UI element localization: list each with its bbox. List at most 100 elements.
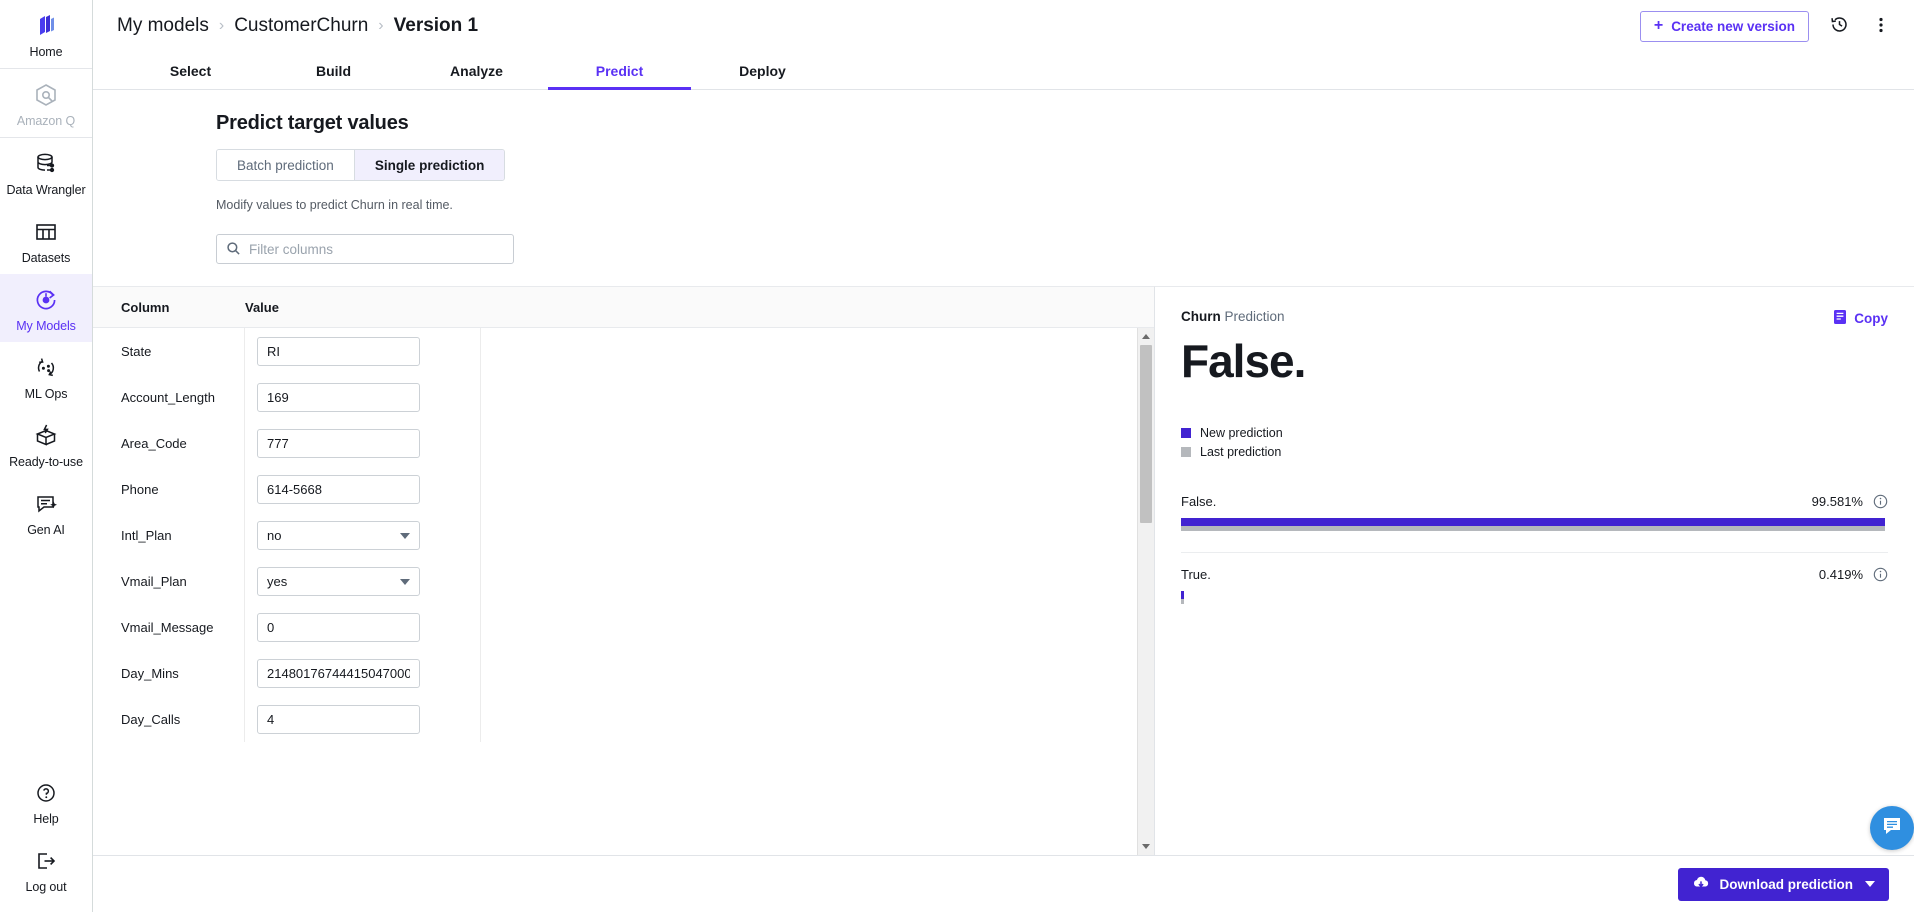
value-input-account_length[interactable]	[257, 382, 420, 412]
breadcrumb-my-models[interactable]: My models	[117, 15, 209, 37]
row-filler	[481, 420, 1136, 466]
column-name-cell: Area_Code	[93, 420, 245, 466]
page-title: Predict target values	[216, 112, 409, 134]
prediction-bar-label: True.	[1181, 567, 1211, 582]
column-value-cell	[245, 604, 481, 650]
create-new-version-button[interactable]: + Create new version	[1639, 10, 1809, 42]
predict-split: Column Value StateAccount_LengthArea_Cod…	[93, 286, 1914, 855]
footer-bar: Download prediction	[93, 855, 1914, 912]
column-name-cell: Vmail_Message	[93, 604, 245, 650]
filter-columns-input[interactable]	[216, 234, 514, 264]
single-prediction-tab[interactable]: Single prediction	[354, 150, 505, 180]
sidebar-item-amazon-q[interactable]: Amazon Q	[0, 69, 92, 138]
main-region: My models › CustomerChurn › Version 1 + …	[93, 0, 1914, 912]
more-options-button[interactable]	[1870, 13, 1892, 40]
tab-predict[interactable]: Predict	[548, 52, 691, 90]
left-sidebar: Home Amazon Q Data Wrangler Datasets My …	[0, 0, 93, 912]
scroll-down-button[interactable]	[1138, 838, 1154, 855]
sidebar-item-label: Datasets	[21, 251, 71, 265]
value-select-wrapper: yesno	[257, 566, 420, 596]
table-row: Account_Length	[93, 374, 1136, 420]
table-row: State	[93, 328, 1136, 374]
sidebar-item-my-models[interactable]: My Models	[0, 274, 92, 342]
kebab-menu-icon	[1872, 15, 1890, 38]
scrollbar-thumb[interactable]	[1140, 345, 1152, 523]
table-row: Vmail_Plan yesno	[93, 558, 1136, 604]
new-prediction-bar	[1181, 591, 1184, 599]
breadcrumb-customerchurn[interactable]: CustomerChurn	[234, 15, 368, 37]
predict-content: Predict target values Batch prediction S…	[93, 90, 1914, 912]
sidebar-item-gen-ai[interactable]: Gen AI	[0, 478, 92, 546]
info-icon[interactable]	[1873, 494, 1888, 509]
column-value-cell	[245, 650, 481, 696]
value-input-phone[interactable]	[257, 474, 420, 504]
sidebar-item-label: ML Ops	[24, 387, 68, 401]
sidebar-item-datasets[interactable]: Datasets	[0, 206, 92, 274]
copy-prediction-button[interactable]: Copy	[1833, 309, 1888, 328]
tab-analyze[interactable]: Analyze	[405, 52, 548, 89]
sidebar-item-label: Amazon Q	[16, 114, 76, 128]
scroll-up-button[interactable]	[1138, 328, 1154, 345]
tab-build[interactable]: Build	[262, 52, 405, 89]
tab-label: Predict	[595, 62, 644, 79]
input-values-pane: Column Value StateAccount_LengthArea_Cod…	[93, 286, 1154, 855]
sidebar-item-ready-to-use[interactable]: Ready-to-use	[0, 410, 92, 478]
table-vertical-scrollbar[interactable]	[1137, 328, 1154, 855]
tab-label: Select	[169, 62, 212, 79]
chevron-up-icon	[1142, 334, 1150, 339]
sidebar-item-log-out[interactable]: Log out	[0, 835, 92, 912]
batch-prediction-tab[interactable]: Batch prediction	[217, 150, 355, 180]
row-filler	[481, 328, 1136, 374]
breadcrumb-separator-icon: ›	[218, 17, 225, 34]
row-filler	[481, 604, 1136, 650]
value-input-day_calls[interactable]	[257, 704, 420, 734]
workflow-tabs: Select Build Analyze Predict Deploy	[93, 52, 1914, 90]
table-row: Phone	[93, 466, 1136, 512]
column-header-column: Column	[121, 299, 170, 315]
value-input-vmail_message[interactable]	[257, 612, 420, 642]
table-header-row: Column Value	[93, 287, 1154, 328]
prediction-bar-track	[1181, 591, 1888, 604]
sidebar-item-label: Log out	[25, 880, 67, 894]
value-select-intl_plan[interactable]: noyes	[257, 520, 420, 550]
prediction-bar-percent: 0.419%	[1818, 567, 1863, 582]
tab-deploy[interactable]: Deploy	[691, 52, 834, 89]
download-prediction-label: Download prediction	[1719, 876, 1854, 892]
data-wrangler-icon	[31, 149, 61, 179]
tab-label: Deploy	[739, 62, 786, 79]
table-row: Area_Code	[93, 420, 1136, 466]
sidebar-item-ml-ops[interactable]: ML Ops	[0, 342, 92, 410]
legend-swatch	[1181, 447, 1191, 457]
column-value-cell	[245, 466, 481, 512]
chat-support-button[interactable]	[1870, 806, 1914, 850]
prediction-bar-track	[1181, 518, 1888, 531]
row-filler	[481, 466, 1136, 512]
value-input-day_mins[interactable]	[257, 658, 420, 688]
prediction-bar-percent: 99.581%	[1811, 494, 1863, 509]
download-prediction-button[interactable]: Download prediction	[1677, 867, 1889, 901]
gen-ai-icon	[31, 489, 61, 519]
cloud-download-icon	[1692, 875, 1710, 893]
prediction-bar-header: True. 0.419%	[1181, 567, 1888, 582]
prediction-bar-block: False. 99.581%	[1181, 480, 1888, 531]
tab-select[interactable]: Select	[119, 52, 262, 89]
legend-item-new-prediction: New prediction	[1181, 426, 1888, 440]
table-body: StateAccount_LengthArea_CodePhoneIntl_Pl…	[93, 328, 1154, 855]
prediction-mode-toggle: Batch prediction Single prediction	[216, 149, 506, 181]
table-row: Intl_Plan noyes	[93, 512, 1136, 558]
sidebar-item-home[interactable]: Home	[0, 0, 92, 69]
sidebar-item-help[interactable]: Help	[0, 767, 92, 835]
sidebar-item-data-wrangler[interactable]: Data Wrangler	[0, 138, 92, 206]
row-filler	[481, 374, 1136, 420]
column-value-cell	[245, 420, 481, 466]
value-select-vmail_plan[interactable]: yesno	[257, 566, 420, 596]
top-bar-actions: + Create new version	[1639, 10, 1892, 42]
version-history-button[interactable]	[1827, 12, 1852, 40]
column-name-cell: Day_Calls	[93, 696, 245, 742]
value-input-state[interactable]	[257, 336, 420, 366]
prediction-bar-block: True. 0.419%	[1181, 552, 1888, 604]
value-input-area_code[interactable]	[257, 428, 420, 458]
info-icon[interactable]	[1873, 567, 1888, 582]
predict-hint: Modify values to predict Churn in real t…	[216, 198, 453, 212]
